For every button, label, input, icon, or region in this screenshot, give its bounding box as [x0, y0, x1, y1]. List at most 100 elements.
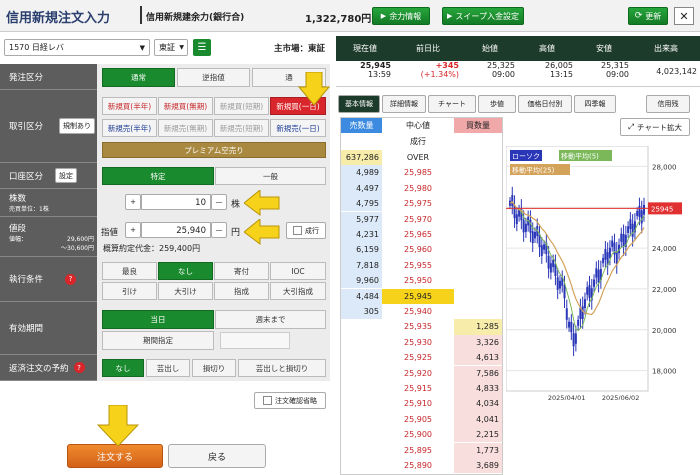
price-cell[interactable]: 25,890	[382, 458, 454, 473]
chart-candle-body	[531, 231, 534, 244]
stock-select[interactable]: 1570 日経レバ ▼	[4, 39, 150, 56]
trade-sell-indef[interactable]: 新規売(無期)	[158, 119, 213, 137]
price-plus-button[interactable]: +	[125, 222, 141, 238]
price-cell[interactable]: 25,925	[382, 350, 454, 365]
trade-sell-1day-label: 新規売(一日)	[276, 123, 320, 133]
price-cell[interactable]: 25,975	[382, 196, 454, 211]
regulation-button[interactable]: 規制あり	[59, 118, 95, 134]
trade-sell-short[interactable]: 新規売(短期)	[214, 119, 269, 137]
quote-open-time: 09:00	[491, 70, 515, 79]
price-cell[interactable]: 25,895	[382, 443, 454, 458]
tab-shikiho[interactable]: 四季報	[574, 95, 616, 113]
quantity-label-text: 株数	[9, 194, 27, 204]
chart-candle-body	[556, 277, 559, 290]
list-icon[interactable]: ☰	[193, 39, 211, 56]
price-cell[interactable]: 25,940	[382, 304, 454, 319]
premium-short-button[interactable]: プレミアム空売り	[102, 142, 326, 158]
exec-final-limit-market[interactable]: 大引指成	[270, 282, 326, 300]
price-cell[interactable]: 25,935	[382, 319, 454, 334]
validity-label-text: 有効期間	[9, 324, 44, 334]
regulation-button-label: 規制あり	[63, 122, 91, 130]
quote-open-value: 25,325	[487, 61, 515, 70]
quantity-plus-button[interactable]: +	[125, 194, 141, 210]
trade-buy-6m[interactable]: 新規買(半年)	[102, 97, 157, 115]
price-cell[interactable]: 25,920	[382, 366, 454, 381]
trade-sell-6m-label: 新規売(半年)	[107, 123, 152, 133]
price-cell[interactable]: 25,960	[382, 242, 454, 257]
order-type-label-text: 発注区分	[9, 72, 44, 83]
price-cell[interactable]: OVER	[382, 150, 454, 165]
quantity-minus-button[interactable]: —	[211, 194, 227, 210]
chart-candle-body	[572, 333, 575, 347]
sell-qty-cell: 7,818	[341, 257, 382, 273]
price-cell[interactable]: 25,955	[382, 258, 454, 273]
exec-close[interactable]: 引け	[102, 282, 157, 300]
exec-final-close[interactable]: 大引け	[158, 282, 213, 300]
period-date-input[interactable]	[220, 332, 290, 349]
quote-last-value: 25,945	[360, 61, 391, 70]
trade-sell-1day[interactable]: 新規売(一日)	[270, 119, 326, 137]
trade-buy-indef[interactable]: 新規買(無期)	[158, 97, 213, 115]
tab-basic[interactable]: 基本情報	[338, 95, 380, 113]
price-cell[interactable]: 25,905	[382, 412, 454, 427]
order-type-normal[interactable]: 通常	[102, 68, 175, 87]
validity-weekend[interactable]: 週末まで	[215, 310, 326, 329]
quote-header-high: 高値	[518, 36, 576, 61]
quote-change-pct: (+1.34%)	[420, 70, 459, 79]
help-icon[interactable]: ?	[65, 273, 77, 285]
price-cell[interactable]: 25,910	[382, 396, 454, 411]
price-minus-button[interactable]: —	[211, 222, 227, 238]
repay-take-profit[interactable]: 芸出し	[146, 359, 190, 377]
price-cell[interactable]: 25,945	[382, 288, 454, 304]
repay-none[interactable]: なし	[102, 359, 144, 377]
tab-price-by-date[interactable]: 価格日付別	[518, 95, 572, 113]
market-order-checkbox[interactable]: 成行	[286, 222, 326, 239]
validity-period[interactable]: 期間指定	[102, 331, 214, 350]
back-button[interactable]: 戻る	[168, 444, 266, 468]
exec-ioc[interactable]: IOC	[270, 262, 326, 280]
tab-tick[interactable]: 歩値	[478, 95, 516, 113]
sweep-deposit-button[interactable]: ▶ スイープ入金設定	[442, 7, 524, 25]
price-cell[interactable]: 25,915	[382, 381, 454, 396]
account-general[interactable]: 一般	[215, 167, 326, 185]
tab-margin-balance[interactable]: 信用残	[646, 95, 690, 113]
account-specific[interactable]: 特定	[102, 167, 214, 185]
close-icon[interactable]: ✕	[674, 7, 694, 25]
order-type-stop[interactable]: 逆指値	[177, 68, 250, 87]
help-icon[interactable]: ?	[73, 362, 85, 373]
price-cell[interactable]: 25,980	[382, 181, 454, 196]
price-cell[interactable]: 25,985	[382, 165, 454, 180]
capacity-info-button[interactable]: ▶ 余力情報	[372, 7, 430, 25]
exec-final-limit-market-label: 大引指成	[283, 286, 313, 296]
price-cell[interactable]: 25,900	[382, 427, 454, 442]
exec-none[interactable]: なし	[158, 262, 213, 280]
price-cell[interactable]: 25,930	[382, 335, 454, 350]
chart-candle-body	[640, 210, 643, 224]
chart-y-tick: 18,000	[652, 368, 677, 376]
repay-stop-loss[interactable]: 損切り	[192, 359, 236, 377]
price-cell[interactable]: 25,950	[382, 273, 454, 288]
trade-sell-6m[interactable]: 新規売(半年)	[102, 119, 157, 137]
price-cell[interactable]: 25,970	[382, 212, 454, 227]
tab-chart[interactable]: チャート	[428, 95, 476, 113]
chart-candle-body	[524, 223, 527, 232]
validity-today[interactable]: 当日	[102, 310, 214, 329]
tab-detail[interactable]: 詳細情報	[382, 95, 426, 113]
chart-expand-button[interactable]: ⤢ チャート拡大	[620, 118, 690, 136]
confirm-skip-checkbox[interactable]: 注文確認省略	[254, 392, 326, 409]
board-header-center: 中心値	[406, 121, 430, 130]
trade-buy-short[interactable]: 新規買(短期)	[214, 97, 269, 115]
exchange-select[interactable]: 東証 ▼	[154, 39, 188, 56]
repay-both[interactable]: 芸出しと損切り	[238, 359, 326, 377]
chart-candle-body	[558, 280, 561, 289]
price-input[interactable]: 25,940	[141, 222, 211, 238]
account-setting-button[interactable]: 設定	[55, 168, 77, 183]
refresh-button[interactable]: ⟳ 更新	[628, 7, 668, 25]
exec-limit-market[interactable]: 指成	[214, 282, 269, 300]
submit-order-button[interactable]: 注文する	[67, 444, 163, 468]
chart-candle-body	[629, 219, 632, 229]
quantity-input[interactable]: 10	[141, 194, 211, 210]
exec-open[interactable]: 寄付	[214, 262, 269, 280]
price-cell[interactable]: 25,965	[382, 227, 454, 242]
exec-best[interactable]: 最良	[102, 262, 157, 280]
